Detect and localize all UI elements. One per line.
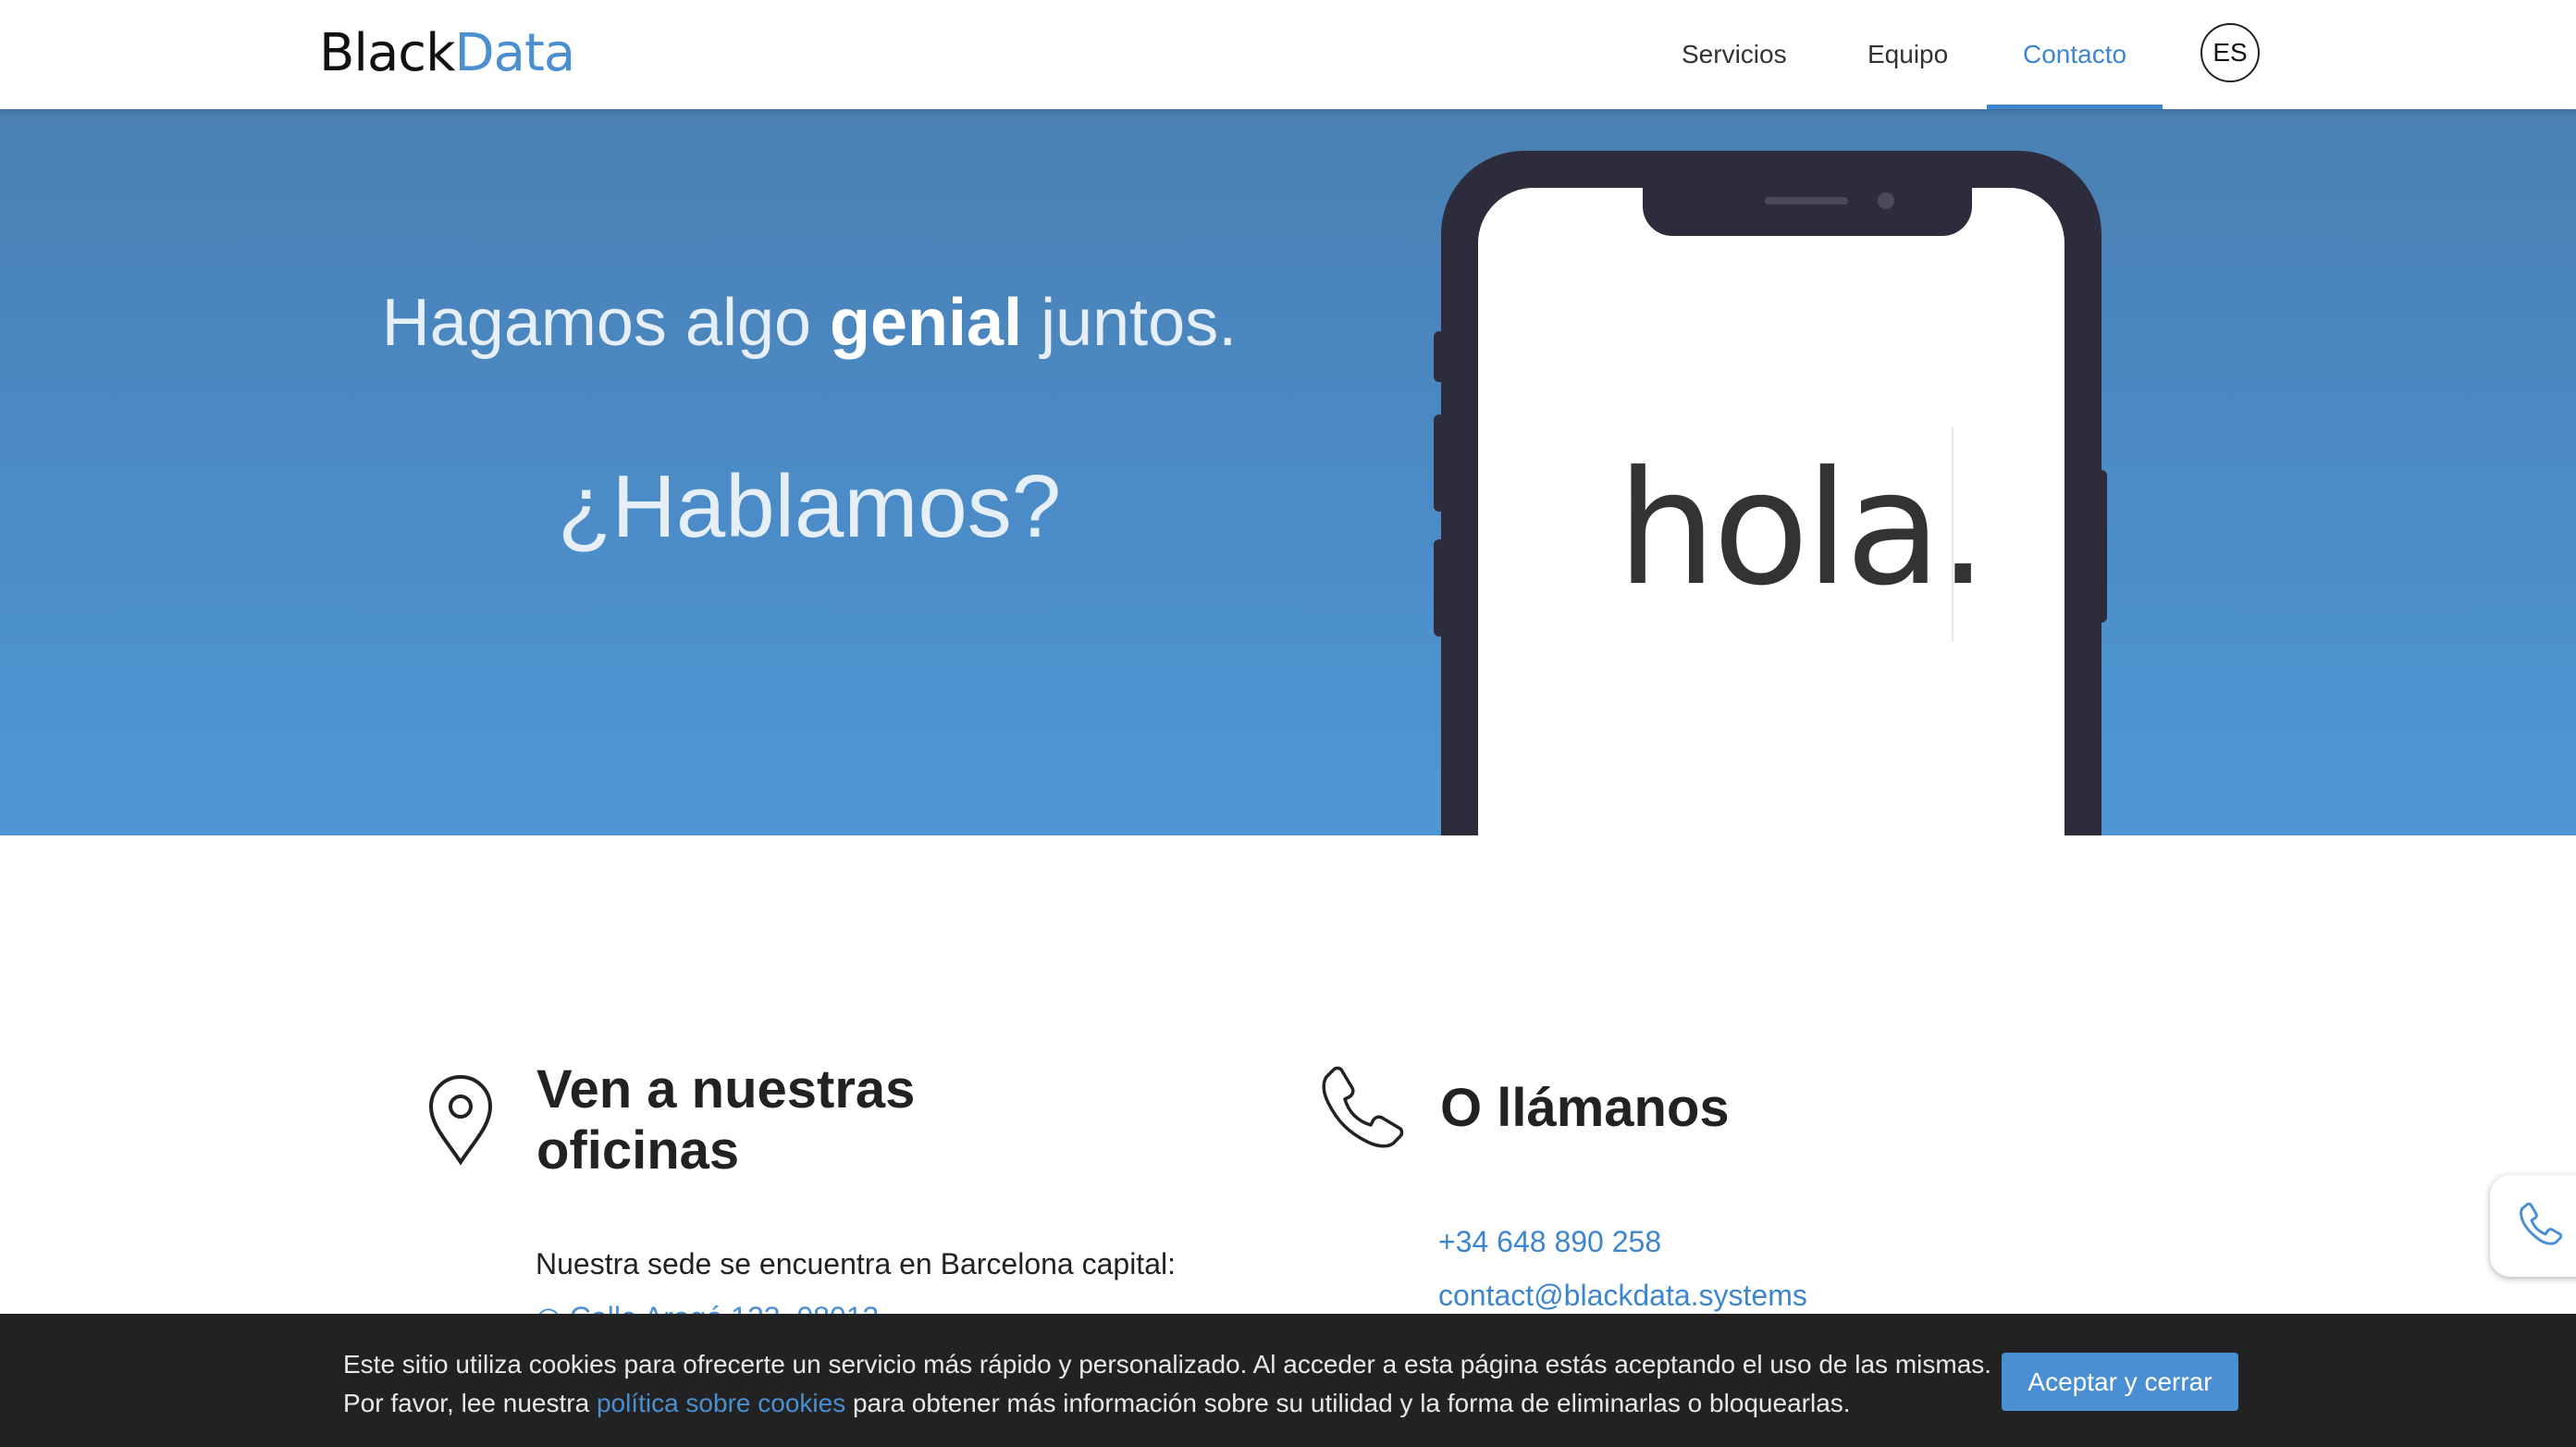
logo-black-text: Black bbox=[319, 23, 456, 83]
tagline-end: juntos. bbox=[1022, 286, 1238, 360]
active-nav-indicator bbox=[1987, 105, 2163, 109]
phone-speaker bbox=[1765, 197, 1848, 204]
nav-servicios[interactable]: Servicios bbox=[1682, 0, 1787, 109]
language-switcher[interactable]: ES bbox=[2200, 23, 2260, 82]
cookie-line-2: Por favor, lee nuestra política sobre co… bbox=[343, 1384, 1991, 1423]
hero-tagline: Hagamos algo genial juntos. bbox=[0, 285, 1619, 361]
brand-logo[interactable]: BlackData bbox=[319, 23, 576, 83]
phone-illustration: hola. bbox=[1434, 151, 2107, 835]
text-cursor bbox=[1952, 427, 1954, 641]
cookie-policy-link[interactable]: política sobre cookies bbox=[597, 1389, 845, 1417]
site-header: BlackData Servicios Equipo Contacto ES bbox=[0, 0, 2576, 109]
call-title: O llámanos bbox=[1440, 1078, 1730, 1138]
cookie-line-2-start: Por favor, lee nuestra bbox=[343, 1389, 597, 1417]
tagline-start: Hagamos algo bbox=[381, 286, 831, 360]
phone-side-button bbox=[2096, 470, 2107, 623]
location-pin-icon bbox=[427, 1073, 494, 1166]
offices-title: Ven a nuestras oficinas bbox=[536, 1059, 915, 1181]
cookie-line-1: Este sitio utiliza cookies para ofrecert… bbox=[343, 1350, 1992, 1379]
phone-greeting: hola. bbox=[1617, 438, 1988, 621]
phone-camera bbox=[1878, 192, 1894, 209]
phone-number-link[interactable]: +34 648 890 258 bbox=[1438, 1225, 1661, 1259]
hero-section: Hagamos algo genial juntos. ¿Hablamos? h… bbox=[0, 109, 2576, 835]
cookie-line-2-end: para obtener más información sobre su ut… bbox=[845, 1389, 1851, 1417]
nav-contacto[interactable]: Contacto bbox=[2023, 0, 2126, 109]
cookie-message: Este sitio utiliza cookies para ofrecert… bbox=[343, 1345, 1991, 1423]
phone-screen: hola. bbox=[1478, 186, 2064, 835]
offices-title-line1: Ven a nuestras bbox=[536, 1059, 916, 1119]
phone-notch bbox=[1643, 186, 1972, 236]
floating-call-button[interactable] bbox=[2490, 1175, 2576, 1277]
phone-icon bbox=[1321, 1064, 1406, 1149]
phone-side-button bbox=[1434, 539, 1445, 637]
offices-title-line2: oficinas bbox=[536, 1120, 740, 1181]
logo-data-text: Data bbox=[454, 23, 576, 83]
tagline-bold: genial bbox=[830, 286, 1023, 360]
hero-question: ¿Hablamos? bbox=[557, 457, 1062, 556]
accept-cookies-button[interactable]: Aceptar y cerrar bbox=[2002, 1353, 2238, 1411]
nav-equipo[interactable]: Equipo bbox=[1867, 0, 1948, 109]
phone-icon bbox=[2518, 1201, 2564, 1252]
offices-description: Nuestra sede se encuentra en Barcelona c… bbox=[536, 1247, 1176, 1280]
phone-side-button bbox=[1434, 414, 1445, 512]
cookie-banner: Este sitio utiliza cookies para ofrecert… bbox=[0, 1314, 2576, 1447]
email-link[interactable]: contact@blackdata.systems bbox=[1438, 1279, 1807, 1313]
phone-side-button bbox=[1434, 331, 1445, 382]
